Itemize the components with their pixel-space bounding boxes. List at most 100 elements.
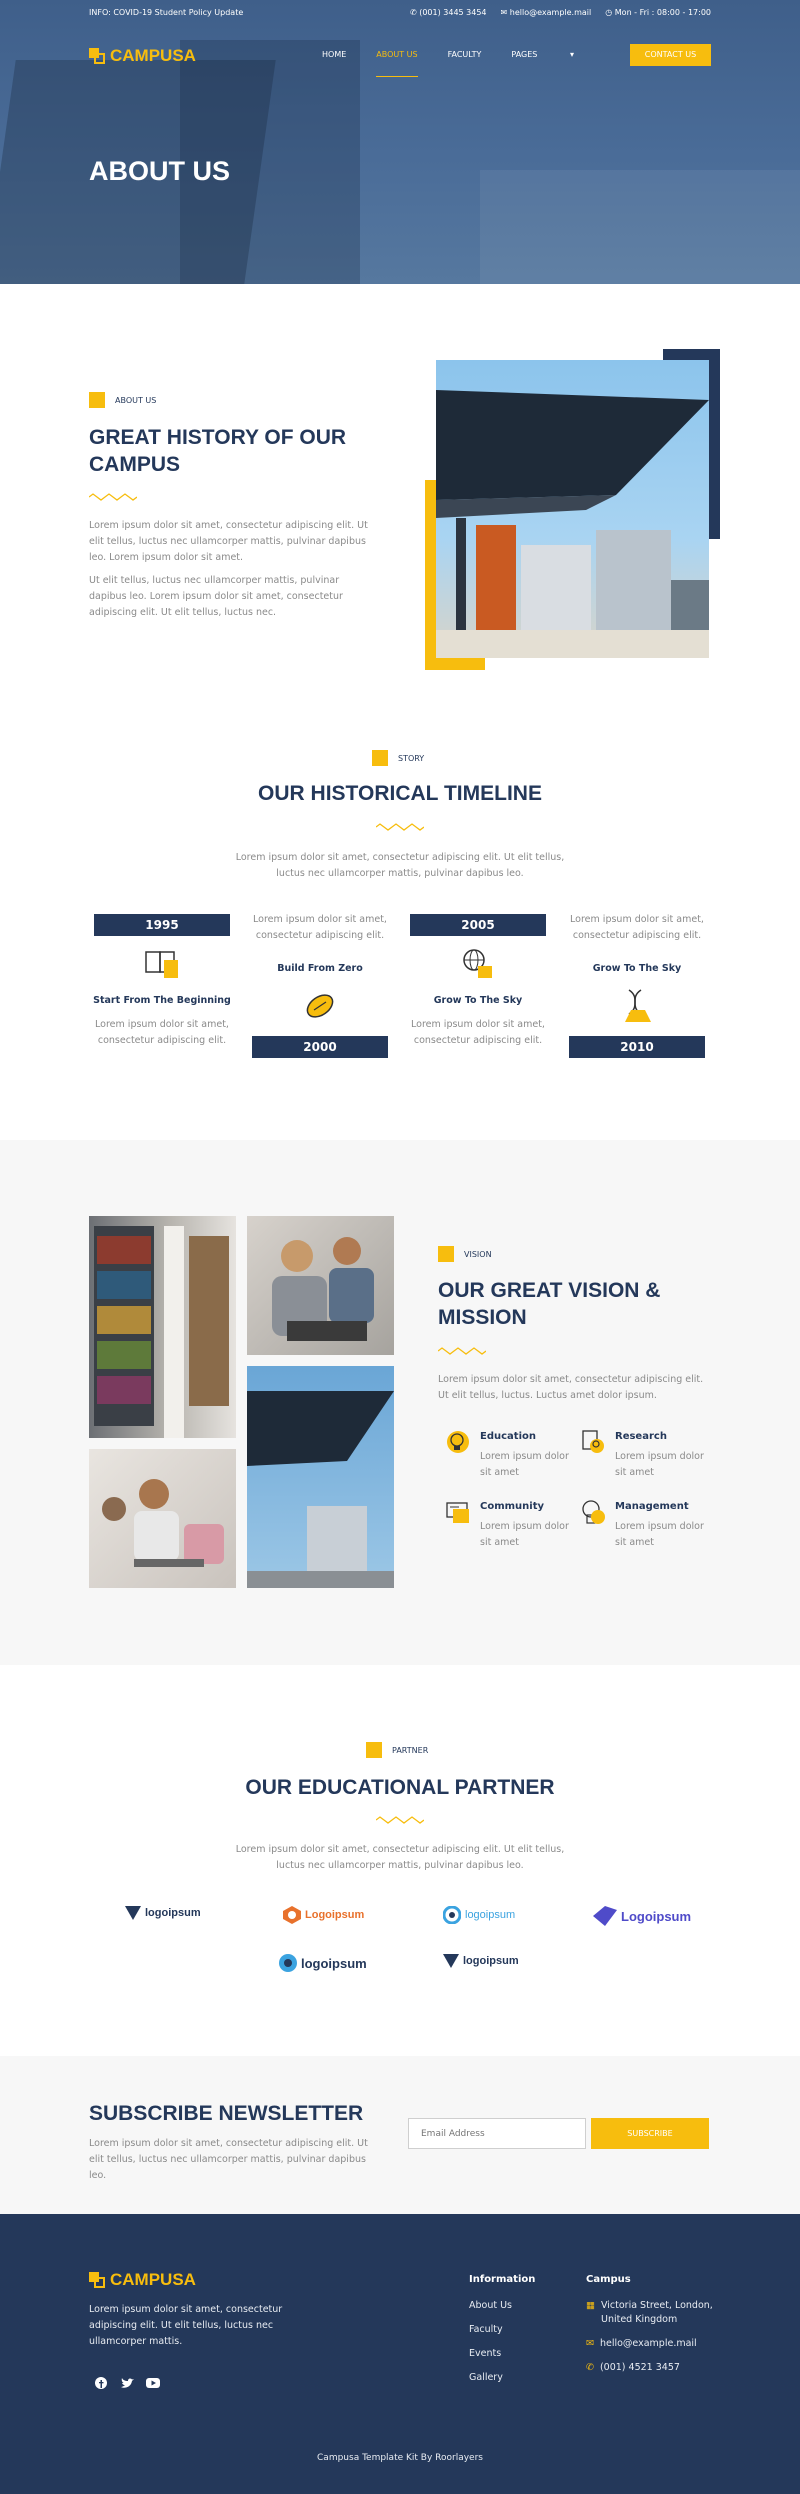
timeline-item-title: Build From Zero (277, 963, 363, 974)
ribbon-logo-icon (593, 1906, 617, 1926)
year-1995: 1995 (94, 914, 230, 936)
circle-logo-icon (279, 1954, 297, 1972)
partner-logo-text: Logoipsum (621, 1908, 692, 1924)
management-head-icon (582, 1500, 605, 1524)
nav-home[interactable]: HOME (322, 50, 346, 77)
newsletter-section: SUBSCRIBE NEWSLETTER Lorem ipsum dolor s… (0, 2056, 800, 2214)
footer-email: ✉ hello@example.mail (586, 2337, 716, 2351)
footer-logo[interactable]: CAMPUSA (89, 2270, 196, 2290)
zigzag-divider (376, 823, 424, 831)
timeline-item-text: Lorem ipsum dolor sit amet, consectetur … (253, 914, 387, 941)
partner-logo-text: logoipsum (465, 1909, 516, 1921)
twitter-icon[interactable] (118, 2374, 136, 2392)
football-icon (306, 994, 334, 1018)
decor-yellow-bar (425, 658, 485, 670)
hours-text: Mon - Fri : 08:00 - 17:00 (614, 8, 711, 17)
footer-email-text[interactable]: hello@example.mail (600, 2337, 697, 2351)
partner-title: OUR EDUCATIONAL PARTNER (245, 1776, 555, 1799)
campus-building-illustration (436, 390, 709, 658)
caret-down-icon: ▾ (569, 50, 574, 59)
footer-link-faculty[interactable]: Faculty (469, 2323, 535, 2337)
footer-phone-text: (001) 4521 3457 (599, 2362, 680, 2373)
footer-info-title: Information (469, 2274, 536, 2285)
logo-mark-icon (89, 2272, 105, 2288)
newsletter-text: Lorem ipsum dolor sit amet, consectetur … (89, 2138, 368, 2181)
about-tag-label: ABOUT US (115, 395, 157, 405)
nav-pages[interactable]: PAGES ▾ (511, 50, 604, 77)
feature-title: Community (480, 1501, 545, 1512)
partner-logo[interactable]: logoipsum (443, 1954, 519, 1968)
nav-faculty[interactable]: FACULTY (448, 50, 482, 77)
feature-research: Research Lorem ipsum dolor sit amet (580, 1429, 730, 1489)
modern-building-photo (247, 1366, 394, 1588)
partner-logo[interactable]: logoipsum (279, 1954, 367, 1972)
youtube-icon[interactable] (144, 2374, 162, 2392)
contact-us-button[interactable]: CONTACT US (630, 44, 711, 66)
timeline-item-text: Lorem ipsum dolor sit amet, consectetur … (411, 1019, 545, 1046)
about-tag: ABOUT US (89, 392, 156, 408)
footer-link-gallery[interactable]: Gallery (469, 2371, 535, 2385)
footer-link-events[interactable]: Events (469, 2347, 535, 2361)
page-title: ABOUT US (89, 156, 230, 186)
newsletter-title: SUBSCRIBE NEWSLETTER (89, 2102, 364, 2125)
shield-logo-icon (125, 1906, 141, 1920)
footer-about-text: Lorem ipsum dolor sit amet, consectetur … (89, 2304, 283, 2347)
covid-info-link[interactable]: INFO: COVID-19 Student Policy Update (89, 8, 243, 17)
footer-phone: ✆ (001) 4521 3457 (586, 2361, 716, 2375)
community-board-icon (446, 1502, 469, 1523)
partner-logo-text: logoipsum (145, 1907, 201, 1919)
site-footer: CAMPUSA Lorem ipsum dolor sit amet, cons… (0, 2214, 800, 2494)
about-paragraph-2: Ut elit tellus, luctus nec ullamcorper m… (89, 575, 343, 618)
topbar-hours: ◷ Mon - Fri : 08:00 - 17:00 (605, 8, 711, 17)
email-input[interactable] (408, 2118, 586, 2149)
main-navigation: CAMPUSA HOME ABOUT US FACULTY PAGES ▾ CO… (0, 40, 800, 77)
footer-link-about-us[interactable]: About Us (469, 2299, 535, 2313)
feature-title: Research (615, 1431, 667, 1442)
nav-about-us[interactable]: ABOUT US (376, 50, 418, 77)
partner-logo[interactable]: logoipsum (125, 1906, 201, 1920)
mail-icon: ✉ (586, 2338, 594, 2349)
partner-logo[interactable]: logoipsum (443, 1906, 515, 1924)
zigzag-divider (376, 1816, 424, 1824)
subscribe-button[interactable]: SUBSCRIBE (591, 2118, 709, 2149)
timeline-title: OUR HISTORICAL TIMELINE (258, 782, 542, 805)
page-hero: INFO: COVID-19 Student Policy Update ✆ (… (0, 0, 800, 284)
email-text: hello@example.mail (509, 8, 592, 17)
globe-icon (463, 949, 492, 978)
students-studying-photo (247, 1216, 394, 1355)
partner-intro: Lorem ipsum dolor sit amet, consectetur … (235, 1844, 565, 1871)
partner-logo-text: logoipsum (463, 1955, 519, 1967)
about-title: GREAT HISTORY OF OUR CAMPUS (89, 426, 347, 476)
timeline-item-title: Grow To The Sky (433, 995, 523, 1006)
site-logo[interactable]: CAMPUSA (89, 46, 196, 66)
facebook-icon[interactable] (92, 2374, 110, 2392)
dna-flask-icon (625, 989, 651, 1022)
about-paragraph-1: Lorem ipsum dolor sit amet, consectetur … (89, 520, 368, 563)
footer-campus-title: Campus (586, 2274, 631, 2285)
partner-logo-text: Logoipsum (305, 1909, 365, 1921)
library-shelves-illustration (94, 1226, 229, 1438)
library-shelves-photo (89, 1216, 236, 1438)
feature-title: Education (480, 1431, 536, 1442)
story-tag-label: STORY (398, 753, 425, 763)
partner-logo[interactable]: Logoipsum (593, 1906, 691, 1926)
feature-title: Management (615, 1501, 689, 1512)
partner-logo[interactable]: Logoipsum (283, 1906, 364, 1924)
social-links (92, 2374, 170, 2392)
footer-campus: Campus ▦ Victoria Street, London, United … (586, 2274, 716, 2385)
timeline-item-text: Lorem ipsum dolor sit amet, consectetur … (570, 914, 704, 941)
modern-building-illustration (247, 1391, 394, 1588)
nav-pages-label: PAGES (511, 50, 538, 59)
research-document-icon (582, 1430, 604, 1453)
students-studying-illustration (272, 1237, 374, 1341)
feature-text: Lorem ipsum dolor sit amet (480, 1521, 569, 1548)
clock-icon: ◷ (605, 8, 613, 17)
vision-tag: VISION (438, 1246, 492, 1262)
feature-community: Community Lorem ipsum dolor sit amet (445, 1499, 595, 1559)
timeline-item-title: Grow To The Sky (592, 963, 682, 974)
tag-square (89, 392, 105, 408)
feature-management: Management Lorem ipsum dolor sit amet (580, 1499, 730, 1559)
timeline-intro: Lorem ipsum dolor sit amet, consectetur … (235, 852, 565, 879)
footer-address: ▦ Victoria Street, London, United Kingdom (586, 2299, 716, 2327)
year-2000: 2000 (252, 1036, 388, 1058)
